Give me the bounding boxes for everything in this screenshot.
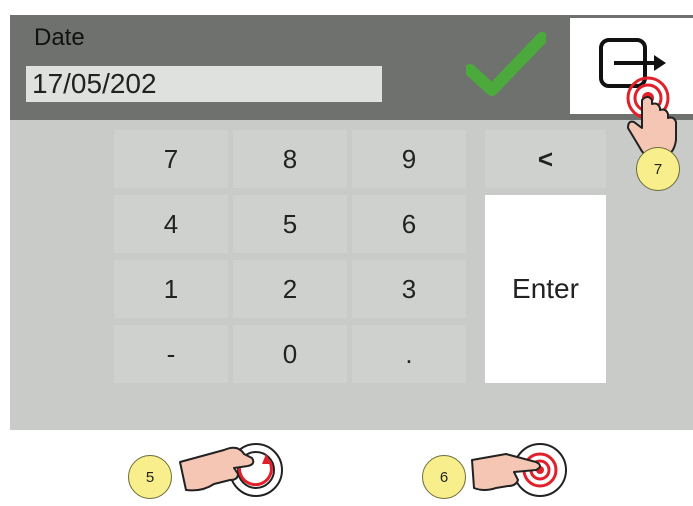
callout-badge-5: 5 — [128, 455, 172, 499]
key-7[interactable]: 7 — [114, 130, 228, 188]
key-8[interactable]: 8 — [233, 130, 347, 188]
date-label: Date — [34, 24, 85, 51]
backspace-key[interactable]: < — [485, 130, 606, 188]
key-dot[interactable]: . — [352, 325, 466, 383]
key-3[interactable]: 3 — [352, 260, 466, 318]
key-1[interactable]: 1 — [114, 260, 228, 318]
callout-badge-6: 6 — [422, 455, 466, 499]
check-icon[interactable] — [466, 32, 546, 102]
key-0[interactable]: 0 — [233, 325, 347, 383]
key-2[interactable]: 2 — [233, 260, 347, 318]
callout-badge-7: 7 — [636, 147, 680, 191]
enter-key[interactable]: Enter — [485, 195, 606, 383]
key-9[interactable]: 9 — [352, 130, 466, 188]
key-minus[interactable]: - — [114, 325, 228, 383]
key-4[interactable]: 4 — [114, 195, 228, 253]
rotate-knob-hand-icon — [179, 443, 283, 497]
press-knob-hand-icon — [471, 443, 567, 497]
date-input[interactable]: 17/05/202 — [26, 66, 382, 102]
key-6[interactable]: 6 — [352, 195, 466, 253]
key-5[interactable]: 5 — [233, 195, 347, 253]
